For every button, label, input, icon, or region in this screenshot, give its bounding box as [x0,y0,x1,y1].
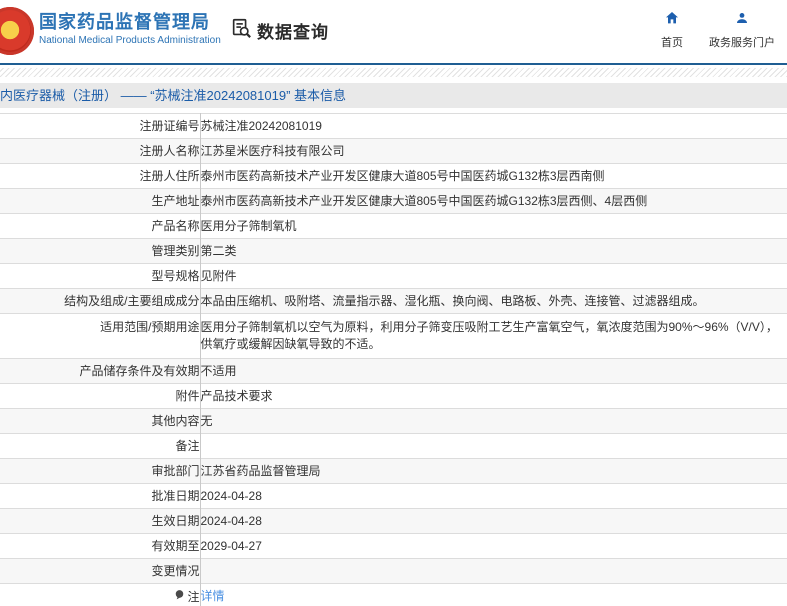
top-nav: 首页 政务服务门户 [661,10,775,50]
home-icon [664,10,680,31]
row-label: 注册证编号 [0,113,201,139]
row-value: 江苏星米医疗科技有限公司 [200,144,345,158]
table-row: 注册证编号 苏械注准20242081019 [0,113,787,139]
row-value: 2029-04-27 [200,539,262,553]
site-logo[interactable]: 国家药品监督管理局 National Medical Products Admi… [39,10,221,48]
row-label: 产品储存条件及有效期 [0,358,201,384]
table-row: 型号规格 见附件 [0,263,787,289]
row-value: 医用分子筛制氧机以空气为原料，利用分子筛变压吸附工艺生产富氧空气，氧浓度范围为9… [200,320,778,351]
nav-item-portal[interactable]: 政务服务门户 [709,10,775,50]
registration-info-table: 注册证编号 苏械注准20242081019 注册人名称 江苏星米医疗科技有限公司… [0,113,787,606]
table-row: 注册人名称 江苏星米医疗科技有限公司 [0,138,787,164]
row-value: 2024-04-28 [200,514,262,528]
note-row-label: 注 [174,589,200,605]
table-row: 产品储存条件及有效期 不适用 [0,358,787,384]
site-header: 国家药品监督管理局 National Medical Products Admi… [0,0,787,63]
row-label: 批准日期 [0,483,201,509]
nav-item-label: 首页 [661,37,683,49]
row-label: 注册人名称 [0,138,201,164]
row-value: 江苏省药品监督管理局 [200,464,321,478]
row-value: 2024-04-28 [200,489,262,503]
row-label: 结构及组成/主要组成成分 [0,288,201,314]
row-value: 无 [200,414,213,428]
table-row: 批准日期 2024-04-28 [0,483,787,509]
row-label: 生产地址 [0,188,201,214]
hatch-stripe [0,68,787,77]
row-label: 型号规格 [0,263,201,289]
table-row: 结构及组成/主要组成成分 本品由压缩机、吸附塔、流量指示器、湿化瓶、换向阀、电路… [0,288,787,314]
row-label: 适用范围/预期用途 [0,313,201,359]
table-row: 变更情况 [0,558,787,584]
table-row: 注册人住所 泰州市医药高新技术产业开发区健康大道805号中国医药城G132栋3层… [0,163,787,189]
row-label: 生效日期 [0,508,201,534]
row-value [200,559,787,584]
row-value: 本品由压缩机、吸附塔、流量指示器、湿化瓶、换向阀、电路板、外壳、连接管、过滤器组… [200,294,705,308]
row-label: 产品名称 [0,213,201,239]
table-row: 生效日期 2024-04-28 [0,508,787,534]
org-title: 国家药品监督管理局 [39,12,210,32]
details-link[interactable]: 详情 [201,589,225,603]
national-emblem-logo[interactable] [0,7,34,55]
row-value [200,434,787,459]
table-row: 产品名称 医用分子筛制氧机 [0,213,787,239]
row-value: 产品技术要求 [200,389,273,403]
user-icon [734,10,750,31]
data-query-nav[interactable]: 数据查询 [230,17,329,44]
row-value: 不适用 [200,364,237,378]
data-query-label: 数据查询 [257,23,329,42]
row-label: 有效期至 [0,533,201,559]
table-row: 适用范围/预期用途 医用分子筛制氧机以空气为原料，利用分子筛变压吸附工艺生产富氧… [0,313,787,359]
row-value: 泰州市医药高新技术产业开发区健康大道805号中国医药城G132栋3层西南侧 [200,169,605,183]
table-row: 审批部门 江苏省药品监督管理局 [0,458,787,484]
row-value: 医用分子筛制氧机 [200,219,297,233]
breadcrumb: 内医疗器械（注册） —— “苏械注准20242081019” 基本信息 [0,83,787,108]
row-label: 注册人住所 [0,163,201,189]
table-row: 备注 [0,433,787,459]
org-subtitle: National Medical Products Administration [39,35,221,46]
document-search-icon [230,17,252,44]
row-value: 见附件 [200,269,237,283]
table-row: 附件 产品技术要求 [0,383,787,409]
table-row: 有效期至 2029-04-27 [0,533,787,559]
header-divider [0,63,787,65]
row-label: 其他内容 [0,408,201,434]
row-value: 第二类 [200,244,237,258]
row-label: 附件 [0,383,201,409]
table-row: 注 详情 [0,583,787,606]
table-row: 生产地址 泰州市医药高新技术产业开发区健康大道805号中国医药城G132栋3层西… [0,188,787,214]
row-value: 苏械注准20242081019 [200,119,322,133]
table-row: 其他内容 无 [0,408,787,434]
row-label: 管理类别 [0,238,201,264]
row-label: 变更情况 [0,558,201,584]
row-value: 泰州市医药高新技术产业开发区健康大道805号中国医药城G132栋3层西侧、4层西… [200,194,648,208]
nav-item-home[interactable]: 首页 [661,10,683,50]
row-label: 备注 [0,433,201,459]
nav-item-label: 政务服务门户 [709,37,775,49]
row-label: 审批部门 [0,458,201,484]
table-row: 管理类别 第二类 [0,238,787,264]
note-icon [174,589,185,605]
